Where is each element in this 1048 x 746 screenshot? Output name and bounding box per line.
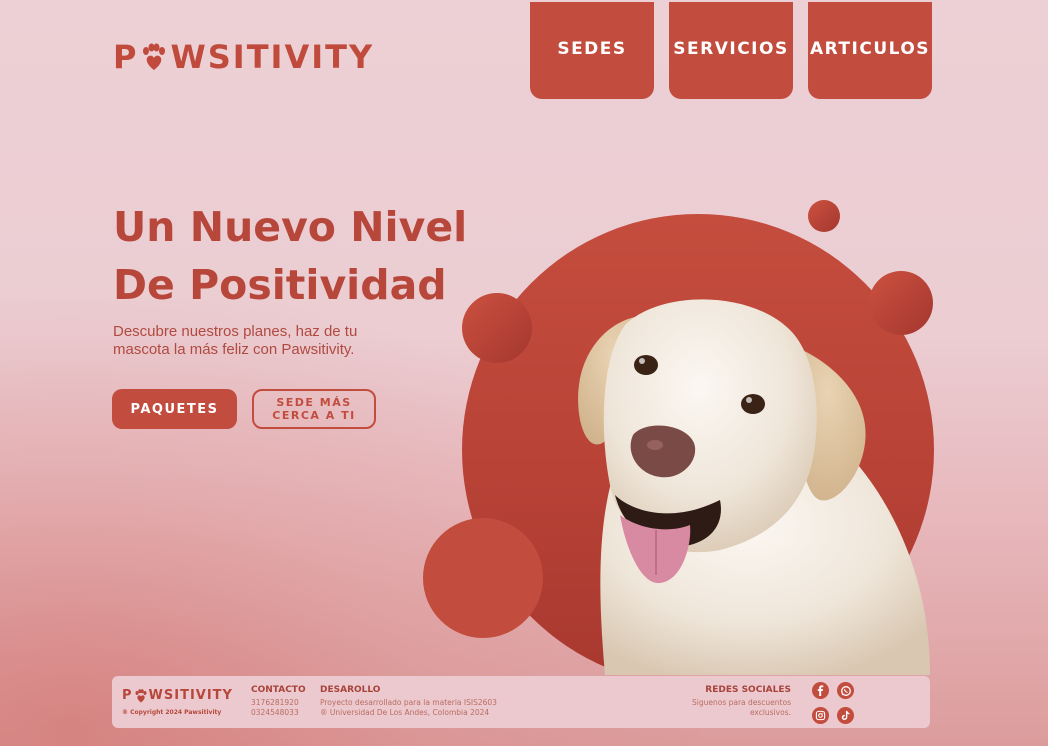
footer: P WSITIVITY ® Copyright 2024 Pawsitivity…: [112, 676, 930, 728]
nav-sedes-label: SEDES: [557, 38, 627, 59]
nav-articulos-label: ARTICULOS: [809, 38, 931, 59]
nearest-location-label-line1: SEDE MÁS: [276, 396, 352, 409]
nav-servicios-label: SERVICIOS: [673, 38, 789, 59]
paw-icon: [143, 43, 166, 70]
hero-subtitle: Descubre nuestros planes, haz de tu masc…: [113, 323, 413, 359]
nearest-location-button[interactable]: SEDE MÁS CERCA A TI: [252, 389, 376, 429]
hero-title: Un Nuevo Nivel De Positividad: [113, 198, 473, 314]
social-line1: Siguenos para descuentos: [692, 698, 791, 707]
development-heading: DESAROLLO: [320, 685, 381, 695]
instagram-icon[interactable]: [812, 707, 829, 724]
brand-logo[interactable]: P WSITIVITY: [113, 38, 374, 76]
small-circle-top: [808, 200, 840, 232]
small-circle-right: [869, 271, 933, 335]
tiktok-icon[interactable]: [837, 707, 854, 724]
hero-title-line1: Un Nuevo Nivel: [113, 203, 468, 251]
paw-icon: [135, 688, 147, 702]
dog-eye-left: [634, 355, 658, 375]
contact-heading: CONTACTO: [251, 685, 306, 695]
development-line2: ® Universidad De Los Andes, Colombia 202…: [320, 708, 490, 717]
nav-articulos-button[interactable]: ARTICULOS: [808, 2, 932, 99]
footer-brand-end: WSITIVITY: [148, 688, 233, 703]
footer-copyright: ® Copyright 2024 Pawsitivity: [122, 709, 222, 716]
social-line2: exclusivos.: [749, 708, 791, 717]
nav-servicios-button[interactable]: SERVICIOS: [669, 2, 793, 99]
nav-sedes-button[interactable]: SEDES: [530, 2, 654, 99]
footer-brand[interactable]: P WSITIVITY: [122, 688, 233, 703]
small-circle-left: [462, 293, 532, 363]
nearest-location-label-line2: CERCA A TI: [272, 409, 356, 422]
contact-phone2[interactable]: 0324548033: [251, 708, 299, 718]
brand-text-start: P: [113, 38, 139, 76]
hero-title-line2: De Positividad: [113, 261, 447, 309]
brand-text-end: WSITIVITY: [170, 38, 375, 76]
hero-illustration: [423, 200, 934, 675]
hero-subtitle-line1: Descubre nuestros planes, haz de tu: [113, 323, 358, 340]
social-heading: REDES SOCIALES: [705, 685, 791, 695]
facebook-icon[interactable]: [812, 682, 829, 699]
paquetes-button[interactable]: PAQUETES: [112, 389, 237, 429]
footer-brand-start: P: [122, 688, 133, 703]
small-circle-bottom: [423, 518, 543, 638]
contact-phone1[interactable]: 3176281920: [251, 698, 299, 708]
development-line1: Proyecto desarrollado para la materia IS…: [320, 698, 497, 707]
hero-subtitle-line2: mascota la más feliz con Pawsitivity.: [113, 341, 355, 358]
paquetes-label: PAQUETES: [130, 401, 219, 417]
whatsapp-icon[interactable]: [837, 682, 854, 699]
dog-eye-right: [741, 394, 765, 414]
